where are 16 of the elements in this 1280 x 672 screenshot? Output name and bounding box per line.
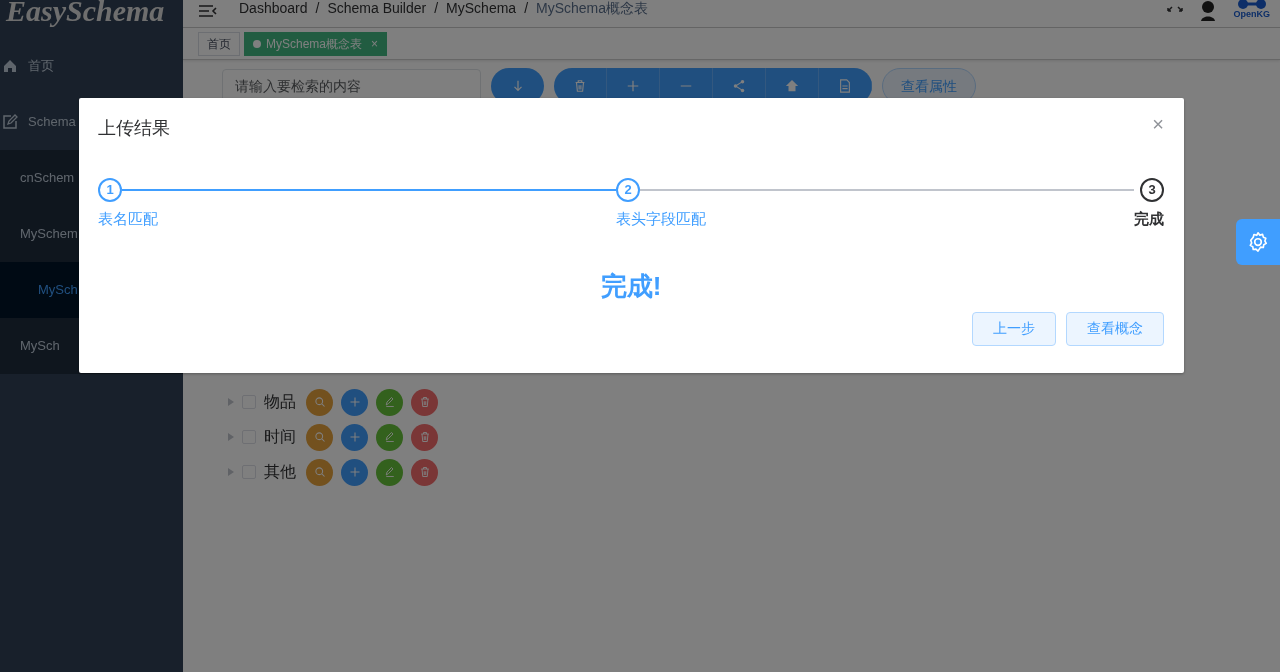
logo: OpenKG — [1233, 0, 1270, 19]
breadcrumb-separator: / — [434, 0, 439, 16]
tree-label: 时间 — [264, 427, 296, 447]
dialog-title: 上传结果 — [98, 117, 170, 140]
step-number: 1 — [98, 178, 122, 202]
step-number: 3 — [1140, 178, 1164, 202]
breadcrumb-separator: / — [315, 0, 320, 16]
step-label: 表名匹配 — [98, 209, 159, 229]
breadcrumb-separator: / — [524, 0, 529, 16]
step-label: 完成 — [1134, 209, 1164, 229]
step-label: 表头字段匹配 — [616, 209, 707, 229]
tree-label: 其他 — [264, 462, 296, 482]
status-message: 完成! — [599, 269, 663, 303]
logo: EasySchema — [5, 0, 166, 29]
step-number: 2 — [616, 178, 640, 202]
tree-label: 物品 — [264, 392, 296, 412]
